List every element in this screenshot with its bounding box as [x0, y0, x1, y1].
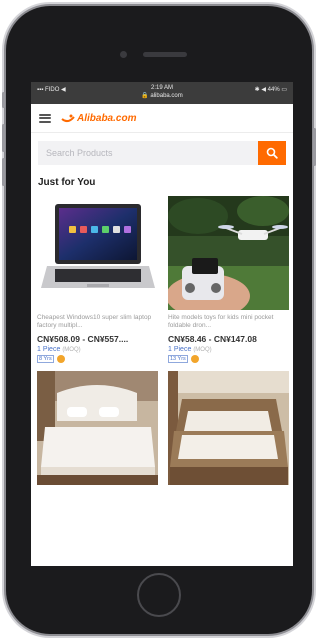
search-icon: [266, 147, 278, 159]
moq-label: (MOQ): [193, 347, 212, 353]
product-card[interactable]: Cheapest Windows10 super slim laptop fac…: [37, 196, 158, 363]
alibaba-logo[interactable]: Alibaba.com: [61, 113, 136, 124]
bed-image[interactable]: [37, 371, 158, 485]
logo-text: Alibaba.com: [77, 112, 137, 124]
address-url[interactable]: 🔒 alibaba.com: [31, 92, 293, 100]
product-price: CN¥58.46 - CN¥147.08: [168, 334, 257, 344]
hamburger-icon[interactable]: [39, 113, 51, 123]
sofa-bed-image[interactable]: [168, 371, 289, 485]
product-description: Cheapest Windows10 super slim laptop fac…: [37, 314, 152, 329]
gold-supplier-icon: [56, 355, 65, 363]
moq-quantity: 1 Piece: [37, 346, 61, 353]
app-header: Alibaba.com: [31, 104, 293, 133]
drone-image[interactable]: [168, 196, 289, 310]
product-card[interactable]: [168, 371, 289, 485]
supplier-badges: 13 Yrs: [168, 355, 289, 363]
search-bar: [31, 133, 293, 171]
laptop-image[interactable]: [37, 196, 158, 310]
status-time: 2:19 AM: [150, 85, 173, 91]
earpiece-speaker: [143, 52, 187, 57]
battery-status: ✱ ◀ 44% ▭: [254, 87, 287, 93]
product-moq: 1 Piece (MOQ): [37, 346, 158, 353]
moq-label: (MOQ): [62, 347, 81, 353]
logo-smile-icon: [61, 114, 75, 123]
status-bar: ▪▪▪ FIDO ◀ 2:19 AM 🔒 alibaba.com ✱ ◀ 44%…: [31, 82, 293, 104]
section-title: Just for You: [38, 177, 96, 188]
product-grid: Cheapest Windows10 super slim laptop fac…: [31, 196, 293, 485]
gold-supplier-icon: [190, 355, 199, 363]
moq-quantity: 1 Piece: [168, 346, 192, 353]
supplier-years-badge: 8 Yrs: [37, 355, 54, 363]
supplier-badges: 8 Yrs: [37, 355, 158, 363]
supplier-years-badge: 13 Yrs: [168, 355, 188, 363]
volume-down-button: [2, 158, 5, 186]
power-button: [313, 128, 316, 166]
silent-switch: [2, 92, 5, 108]
product-card[interactable]: [37, 371, 158, 485]
product-description: Hite models toys for kids mini pocket fo…: [168, 314, 274, 329]
product-price: CN¥508.09 - CN¥557....: [37, 334, 129, 344]
phone-screen: ▪▪▪ FIDO ◀ 2:19 AM 🔒 alibaba.com ✱ ◀ 44%…: [31, 82, 293, 566]
product-moq: 1 Piece (MOQ): [168, 346, 289, 353]
search-input[interactable]: [38, 141, 258, 165]
product-card[interactable]: Hite models toys for kids mini pocket fo…: [168, 196, 289, 363]
front-camera: [120, 51, 127, 58]
search-button[interactable]: [258, 141, 286, 165]
home-button[interactable]: [137, 573, 181, 617]
volume-up-button: [2, 124, 5, 152]
